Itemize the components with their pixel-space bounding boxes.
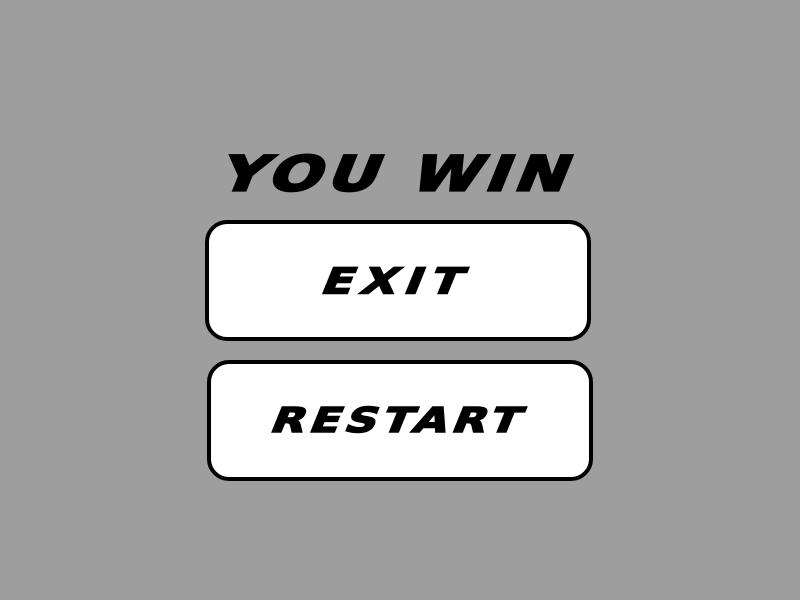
win-title: YOU WIN <box>211 144 589 204</box>
exit-button[interactable]: EXIT <box>205 220 591 341</box>
win-screen: YOU WIN EXIT RESTART <box>0 0 800 600</box>
restart-button[interactable]: RESTART <box>207 360 593 481</box>
exit-button-label: EXIT <box>315 259 481 303</box>
restart-button-label: RESTART <box>264 400 535 442</box>
